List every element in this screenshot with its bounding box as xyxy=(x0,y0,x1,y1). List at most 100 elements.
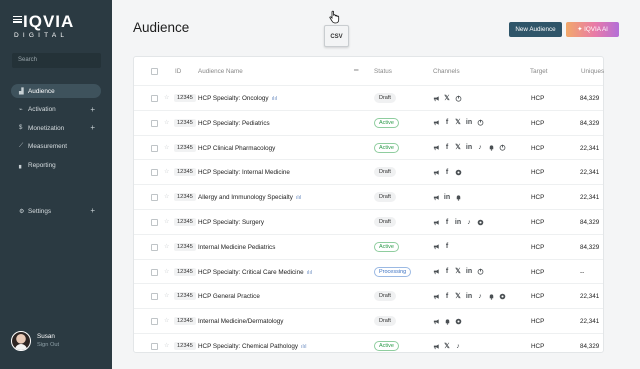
sidebar-item-audience[interactable]: ▟ Audience xyxy=(11,84,101,98)
favorite-star-icon[interactable]: ☆ xyxy=(164,268,169,275)
row-checkbox[interactable] xyxy=(151,119,158,127)
row-checkbox[interactable] xyxy=(151,268,158,276)
audience-name-cell[interactable]: Internal Medicine/Dermatology xyxy=(198,318,283,325)
linkedin-icon: in xyxy=(465,292,473,300)
expand-plus-icon[interactable]: + xyxy=(90,124,95,132)
row-checkbox[interactable] xyxy=(151,169,158,177)
audience-name-cell[interactable]: HCP Specialty: Internal Medicine xyxy=(198,169,290,176)
favorite-star-icon[interactable]: ☆ xyxy=(164,292,169,299)
row-checkbox[interactable] xyxy=(151,243,158,251)
avatar[interactable] xyxy=(11,331,31,351)
table-row[interactable]: ☆ 12345 HCP Specialty: Chemical Pathology ı… xyxy=(134,333,603,358)
target-cell: HCP xyxy=(531,95,545,102)
audience-segment-icon: ılıl xyxy=(306,269,313,276)
table-row[interactable]: ☆ 12345 HCP Specialty: Surgery Draft f in ♪ HCP… xyxy=(134,209,603,234)
column-menu-icon[interactable]: ═ xyxy=(354,67,359,74)
iqvia-ai-button[interactable]: ✦ IQVIA AI xyxy=(566,22,619,37)
audience-name-cell[interactable]: HCP Specialty: Oncology ılıl xyxy=(198,95,277,102)
favorite-star-icon[interactable]: ☆ xyxy=(164,317,169,324)
row-checkbox[interactable] xyxy=(151,293,158,301)
audience-name[interactable]: HCP Specialty: Oncology xyxy=(198,95,269,102)
iqvia-ai-label: IQVIA AI xyxy=(584,26,608,33)
row-id: 12345 xyxy=(174,292,196,301)
audience-name[interactable]: Allergy and Immunology Specialty xyxy=(198,194,293,201)
select-all-checkbox[interactable] xyxy=(151,68,158,75)
search-input[interactable]: Search xyxy=(12,53,101,68)
iqvia-logo[interactable]: IQVIA DIGITAL xyxy=(13,12,103,42)
sidebar-item-reporting[interactable]: ▖ Reporting xyxy=(11,158,101,172)
favorite-star-icon[interactable]: ☆ xyxy=(164,94,169,101)
row-id: 12345 xyxy=(174,94,196,102)
status-badge: Active xyxy=(374,241,399,252)
favorite-star-icon[interactable]: ☆ xyxy=(164,193,169,200)
activation-icon: ⌁ xyxy=(19,107,23,113)
ads-icon xyxy=(432,193,440,202)
audience-name[interactable]: HCP Specialty: Critical Care Medicine xyxy=(198,269,304,276)
status-badge: Processing xyxy=(374,266,412,277)
audience-name[interactable]: HCP Specialty: Internal Medicine xyxy=(198,169,290,176)
facebook-icon: f xyxy=(445,243,449,251)
table-row[interactable]: ☆ 12345 Internal Medicine/Dermatology Draft… xyxy=(134,308,603,333)
gear-icon: ⚙ xyxy=(19,208,25,215)
audience-name-cell[interactable]: Allergy and Immunology Specialty ılıl xyxy=(198,194,301,201)
audience-name-cell[interactable]: HCP Specialty: Pediatrics xyxy=(198,120,270,127)
audience-name[interactable]: HCP Specialty: Chemical Pathology xyxy=(198,343,298,350)
row-checkbox[interactable] xyxy=(151,194,158,202)
audience-name-cell[interactable]: HCP Specialty: Critical Care Medicine ılı… xyxy=(198,269,312,276)
row-checkbox[interactable] xyxy=(151,144,158,152)
audience-name[interactable]: HCP Clinical Pharmacology xyxy=(198,145,275,152)
column-header-target[interactable]: Target xyxy=(530,68,548,75)
favorite-star-icon[interactable]: ☆ xyxy=(164,342,169,349)
column-header-channels[interactable]: Channels xyxy=(433,68,460,75)
column-header-id[interactable]: ID xyxy=(175,68,181,75)
row-checkbox[interactable] xyxy=(151,318,158,326)
audience-name[interactable]: Internal Medicine/Dermatology xyxy=(198,318,283,325)
expand-plus-icon[interactable]: + xyxy=(90,105,95,113)
user-profile[interactable]: Susan Sign Out xyxy=(11,331,101,351)
table-row[interactable]: ☆ 12345 HCP Clinical Pharmacology Active f 𝕏i… xyxy=(134,134,603,160)
row-checkbox[interactable] xyxy=(151,343,158,350)
table-row[interactable]: ☆ 12345 HCP Specialty: Critical Care Medic… xyxy=(134,258,603,284)
column-header-uniques[interactable]: Uniques xyxy=(581,68,604,75)
row-checkbox[interactable] xyxy=(151,219,158,226)
table-row[interactable]: ☆ 12345 HCP Specialty: Oncology ılıl Draft 𝕏 H… xyxy=(134,85,603,110)
x-icon: 𝕏 xyxy=(455,268,461,276)
sidebar-item-activation[interactable]: ⌁ Activation + xyxy=(11,103,101,117)
audience-name[interactable]: HCP Specialty: Pediatrics xyxy=(198,120,270,127)
audience-name-cell[interactable]: Internal Medicine Pediatrics xyxy=(198,244,275,251)
favorite-star-icon[interactable]: ☆ xyxy=(164,168,169,175)
audience-name-cell[interactable]: HCP Specialty: Chemical Pathology ılıl xyxy=(198,343,306,350)
row-id: 12345 xyxy=(174,193,196,202)
dollar-icon: $ xyxy=(19,125,23,131)
sidebar-item-measurement[interactable]: ⟋ Measurement xyxy=(11,140,101,154)
audience-name-cell[interactable]: HCP Clinical Pharmacology xyxy=(198,145,275,152)
audience-name[interactable]: HCP Specialty: Surgery xyxy=(198,219,264,226)
row-id: 12345 xyxy=(174,118,196,127)
table-row[interactable]: ☆ 12345 Allergy and Immunology Specialty ıl… xyxy=(134,184,603,209)
favorite-star-icon[interactable]: ☆ xyxy=(164,144,169,151)
sidebar-item-monetization[interactable]: $ Monetization + xyxy=(11,121,101,135)
column-header-status[interactable]: Status xyxy=(374,68,392,75)
favorite-star-icon[interactable]: ☆ xyxy=(164,119,169,126)
favorite-star-icon[interactable]: ☆ xyxy=(164,243,169,250)
audience-name-cell[interactable]: HCP Specialty: Surgery xyxy=(198,219,264,226)
audience-name[interactable]: HCP General Practice xyxy=(198,293,260,300)
new-audience-button[interactable]: New Audience xyxy=(509,22,562,37)
csv-export-button[interactable]: CSV xyxy=(324,25,349,47)
table-row[interactable]: ☆ 12345 HCP Specialty: Internal Medicine Dr… xyxy=(134,159,603,184)
table-row[interactable]: ☆ 12345 HCP Specialty: Pediatrics Active f 𝕏i… xyxy=(134,109,603,135)
facebook-icon: f xyxy=(445,292,449,300)
trend-icon: ⟋ xyxy=(19,143,24,149)
column-header-name[interactable]: Audience Name xyxy=(198,68,243,75)
audience-name[interactable]: Internal Medicine Pediatrics xyxy=(198,244,275,251)
table-row[interactable]: ☆ 12345 Internal Medicine Pediatrics Active… xyxy=(134,233,603,259)
target-cell: HCP xyxy=(531,293,545,301)
table-row[interactable]: ☆ 12345 HCP General Practice Draft f 𝕏in ♪ HCP 2… xyxy=(134,283,603,308)
audience-name-cell[interactable]: HCP General Practice xyxy=(198,293,260,300)
sign-out-link[interactable]: Sign Out xyxy=(37,342,59,348)
sidebar-item-settings[interactable]: ⚙ Settings + xyxy=(11,204,101,218)
favorite-star-icon[interactable]: ☆ xyxy=(164,218,169,225)
expand-plus-icon[interactable]: + xyxy=(90,207,95,215)
row-checkbox[interactable] xyxy=(151,95,158,102)
tiktok-icon: ♪ xyxy=(478,144,482,152)
